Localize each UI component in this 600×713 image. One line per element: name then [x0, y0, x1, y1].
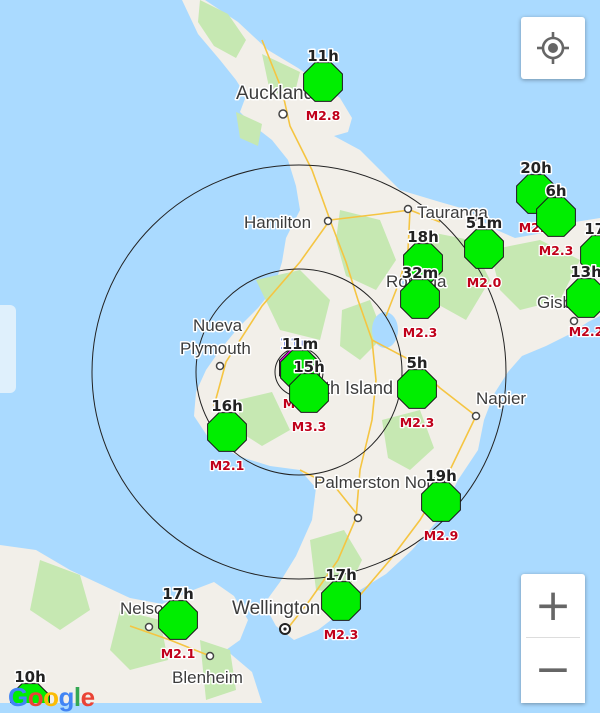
quake-age-label: 17h [584, 220, 600, 238]
label-nueva-plymouth-line2: Plymouth [180, 339, 251, 358]
label-nueva-plymouth-line: Nueva [193, 316, 243, 335]
quake-magnitude-label: M2.9 [424, 528, 459, 543]
dot-tauranga [403, 204, 413, 214]
quake-marker[interactable]: 17h M2.3 [321, 565, 361, 643]
quake-octagon[interactable] [400, 279, 440, 319]
quake-magnitude-label: M2.1 [210, 458, 245, 473]
dot-blenheim [205, 651, 215, 661]
label-auckland: Auckland [236, 83, 314, 104]
dot-new-plymouth [215, 361, 225, 371]
label-wellington: Wellington [232, 598, 320, 619]
quake-age-label: 20h [520, 159, 552, 177]
quake-octagon[interactable] [207, 412, 247, 452]
quake-age-label: 13h [570, 263, 600, 281]
quake-octagon[interactable] [464, 229, 504, 269]
quake-magnitude-label: M2.0 [467, 275, 502, 290]
google-letter: o [27, 682, 44, 712]
quake-octagon[interactable] [158, 600, 198, 640]
quake-age-label: 6h [545, 182, 566, 200]
quake-age-label: 11m [282, 335, 319, 353]
quake-age-label: 16h [211, 397, 243, 415]
quake-marker[interactable]: 13h M2.2 [566, 262, 600, 340]
quake-magnitude-label: M2.3 [400, 415, 435, 430]
label-blenheim: Blenheim [172, 668, 243, 687]
quake-age-label: 11h [307, 47, 339, 65]
quake-marker[interactable]: 19h M2.9 [421, 466, 461, 544]
google-wordmark: Google [8, 682, 95, 712]
quake-magnitude-label: M2.3 [324, 627, 359, 642]
quake-marker[interactable]: 51m M2.0 [464, 213, 504, 291]
google-letter: G [8, 682, 28, 712]
google-letter: l [73, 682, 81, 712]
quake-magnitude-label: M3.3 [292, 419, 327, 434]
quake-age-label: 17h [325, 566, 357, 584]
dot-nelson [144, 622, 154, 632]
google-letter: g [58, 682, 75, 712]
label-hamilton: Hamilton [244, 213, 311, 232]
quake-age-label: 19h [425, 467, 457, 485]
quake-octagon[interactable] [303, 62, 343, 102]
quake-octagon[interactable] [536, 197, 576, 237]
dot-palmerston-north [353, 513, 363, 523]
quake-age-label: 5h [406, 354, 427, 372]
quake-age-label: 15h [293, 358, 325, 376]
zoom-in-button[interactable]: + [521, 574, 585, 637]
quake-age-label: 17h [162, 585, 194, 603]
quake-octagon[interactable] [421, 482, 461, 522]
quake-marker[interactable]: 32m M2.3 [400, 263, 440, 341]
dot-auckland [278, 109, 288, 119]
quake-octagon[interactable] [289, 373, 329, 413]
capital-center [283, 627, 287, 631]
quake-age-label: 32m [402, 264, 439, 282]
google-letter: e [80, 682, 95, 712]
quake-octagon[interactable] [321, 581, 361, 621]
dot-hamilton [323, 216, 333, 226]
google-letter: o [43, 682, 59, 712]
map-canvas[interactable]: Auckland Hamilton Tauranga Rotorua Nueva… [0, 0, 600, 703]
label-napier: Napier [476, 389, 526, 408]
quake-octagon[interactable] [566, 278, 600, 318]
quake-age-label: 18h [407, 228, 439, 246]
quake-marker[interactable]: 17h M2.1 [158, 584, 198, 662]
quake-magnitude-label: M2.3 [403, 325, 438, 340]
quake-magnitude-label: M2.2 [569, 324, 600, 339]
dot-napier [471, 411, 481, 421]
zoom-controls: + − [521, 574, 585, 703]
quake-magnitude-label: M2.8 [306, 108, 341, 123]
quake-octagon[interactable] [397, 369, 437, 409]
quake-magnitude-label: M2.1 [161, 646, 196, 661]
quake-magnitude-label: M2.3 [539, 243, 574, 258]
zoom-out-button[interactable]: − [521, 638, 585, 701]
side-drawer-handle[interactable] [0, 305, 16, 393]
quake-marker[interactable]: 11h M2.8 [303, 46, 343, 124]
quake-marker[interactable]: 16h M2.1 [207, 396, 247, 474]
my-location-button[interactable] [521, 17, 585, 79]
quake-marker[interactable]: 15h M3.3 [289, 357, 329, 435]
crosshair-icon [537, 32, 569, 64]
quake-age-label: 51m [466, 214, 503, 232]
google-logo: Google [8, 682, 95, 713]
